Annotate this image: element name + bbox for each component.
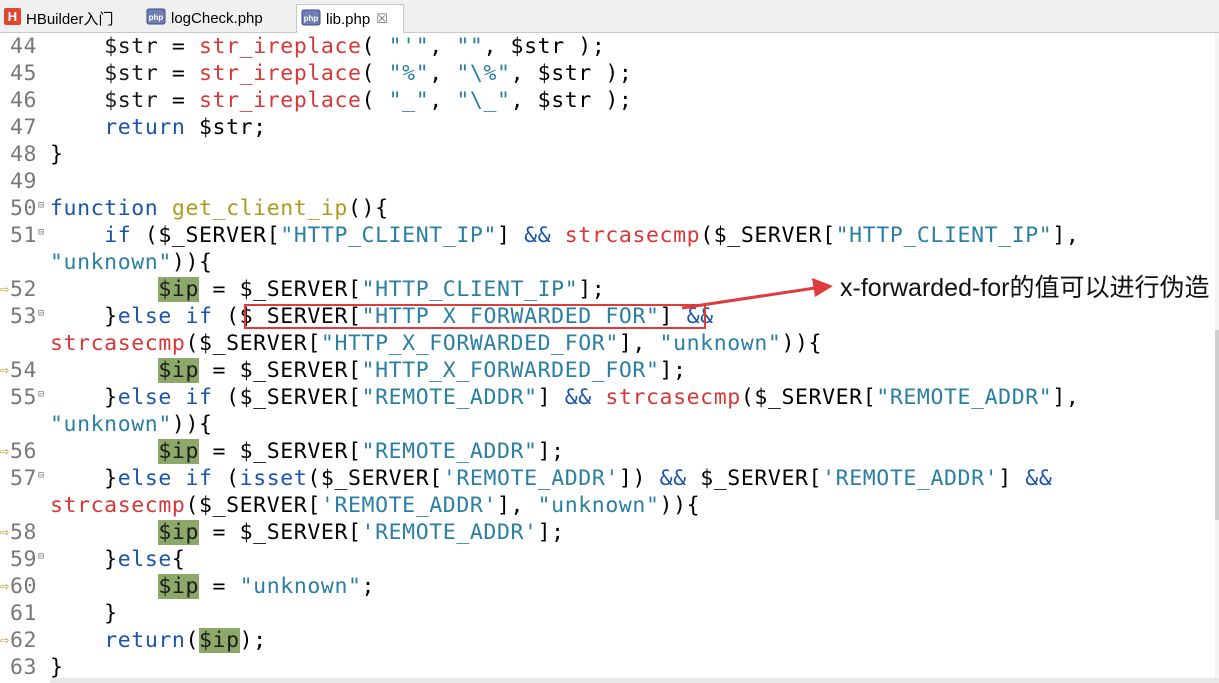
annotation-arrow (681, 278, 833, 310)
annotation-note: x-forwarded-for的值可以进行伪造 (840, 274, 1210, 302)
